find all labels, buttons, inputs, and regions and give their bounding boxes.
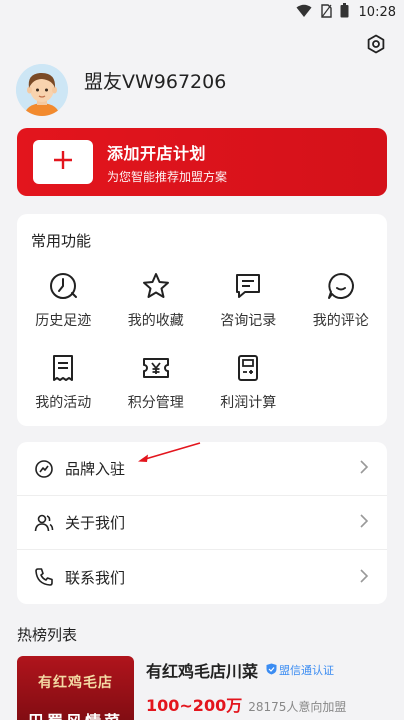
thumbnail-bottom-text: 巴蜀风情菜: [17, 708, 134, 720]
plan-subtitle: 为您智能推荐加盟方案: [107, 169, 228, 184]
shield-icon: [266, 663, 279, 678]
function-label: 我的活动: [35, 395, 92, 411]
phone-icon: [33, 566, 55, 588]
avatar-icon[interactable]: [16, 64, 68, 116]
sim-icon: [320, 3, 332, 22]
function-favorites[interactable]: 我的收藏: [110, 270, 203, 344]
status-bar: 10:28: [0, 0, 404, 24]
add-plan-card[interactable]: 添加开店计划 为您智能推荐加盟方案: [17, 128, 387, 196]
function-label: 历史足迹: [35, 313, 92, 329]
hot-list-title: 热榜列表: [17, 626, 78, 644]
menu-item-contact-us[interactable]: 联系我们: [17, 550, 387, 604]
chevron-right-icon: [359, 459, 369, 478]
plus-icon: [52, 149, 74, 175]
function-label: 咨询记录: [220, 313, 277, 329]
people-icon: [33, 512, 55, 534]
username: 盟友VW967206: [84, 70, 227, 93]
menu-list: 品牌入驻 关于我们 联系我们: [17, 442, 387, 604]
function-label: 我的评论: [312, 313, 369, 329]
function-history[interactable]: 历史足迹: [17, 270, 110, 344]
settings-button[interactable]: [364, 34, 388, 58]
hot-item-price: 100~200万: [146, 696, 243, 715]
calculator-icon: [232, 352, 264, 384]
function-label: 我的收藏: [127, 313, 184, 329]
hot-list-item[interactable]: 有红鸡毛店 巴蜀风情菜 有红鸡毛店川菜 盟信通认证 100~200万 28175…: [17, 656, 397, 720]
function-label: 积分管理: [127, 395, 184, 411]
function-label: 利润计算: [220, 395, 277, 411]
menu-label: 关于我们: [65, 514, 126, 532]
badge-label: 盟信通认证: [279, 664, 335, 677]
thumbnail-title: 有红鸡毛店: [38, 675, 113, 691]
wifi-icon: [296, 3, 312, 22]
profile-header[interactable]: 盟友VW967206: [16, 64, 226, 116]
function-my-activities[interactable]: 我的活动: [17, 352, 110, 426]
history-icon: [47, 270, 79, 302]
function-profit-calc[interactable]: 利润计算: [202, 352, 295, 426]
hot-item-name: 有红鸡毛店川菜: [146, 662, 259, 681]
function-my-comments[interactable]: 我的评论: [295, 270, 388, 344]
chevron-right-icon: [359, 568, 369, 587]
battery-icon: [340, 2, 349, 22]
comment-icon: [325, 270, 357, 302]
common-functions-card: 常用功能 历史足迹 我的收藏 咨询记录 我的评论 我的活动 积分管理 利润计算: [17, 214, 387, 426]
menu-item-brand-entry[interactable]: 品牌入驻: [17, 442, 387, 496]
verified-badge: 盟信通认证: [266, 662, 334, 678]
section-title: 常用功能: [31, 232, 92, 250]
message-icon: [232, 270, 264, 302]
receipt-icon: [47, 352, 79, 384]
hot-item-thumbnail: 有红鸡毛店 巴蜀风情菜: [17, 656, 134, 720]
menu-label: 品牌入驻: [65, 460, 126, 478]
settings-icon: [366, 34, 386, 58]
plan-title: 添加开店计划: [107, 143, 207, 163]
plus-button[interactable]: [33, 140, 93, 184]
hot-item-count: 28175人意向加盟: [248, 700, 347, 714]
function-consult-records[interactable]: 咨询记录: [202, 270, 295, 344]
points-icon: [140, 352, 172, 384]
status-time: 10:28: [358, 4, 396, 20]
star-icon: [140, 270, 172, 302]
brand-icon: [33, 458, 55, 480]
menu-item-about-us[interactable]: 关于我们: [17, 496, 387, 550]
menu-label: 联系我们: [65, 568, 126, 587]
chevron-right-icon: [359, 513, 369, 532]
function-points[interactable]: 积分管理: [110, 352, 203, 426]
